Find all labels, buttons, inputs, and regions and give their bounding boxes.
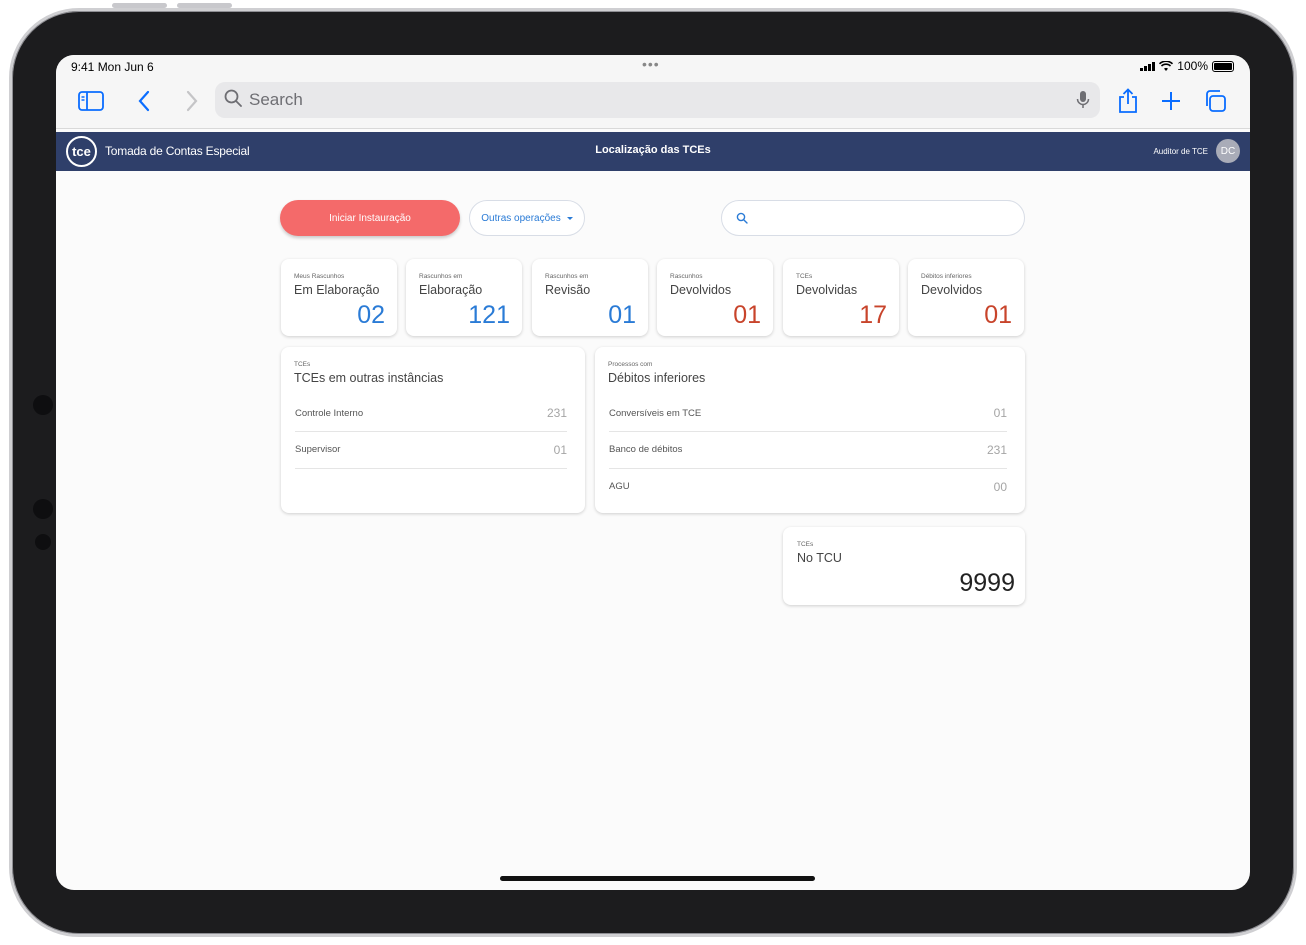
list-item-value: 231 — [546, 406, 567, 420]
status-time: 9:41 Mon Jun 6 — [71, 60, 154, 74]
stat-card-no-tcu[interactable]: TCEs No TCU 9999 — [783, 527, 1025, 605]
outras-instancias-card: TCEs TCEs em outras instâncias Controle … — [281, 347, 585, 513]
stat-label: Devolvidas — [796, 283, 858, 297]
stat-caption: Meus Rascunhos — [294, 273, 345, 280]
share-icon[interactable] — [1113, 86, 1143, 116]
caret-down-icon — [566, 216, 573, 220]
list-item-value: 231 — [986, 442, 1007, 457]
side-sensor — [33, 395, 53, 415]
status-bar: 9:41 Mon Jun 6 ••• 100% — [56, 55, 1250, 77]
address-bar[interactable] — [215, 82, 1100, 118]
stat-label: Em Elaboração — [294, 283, 380, 297]
stat-value: 01 — [733, 301, 761, 329]
user-menu[interactable]: Auditor de TCE DC — [1153, 139, 1240, 163]
multitask-dots-icon[interactable]: ••• — [642, 56, 660, 72]
tabs-overview-icon[interactable] — [1200, 86, 1230, 116]
tce-search-input[interactable] — [756, 201, 1016, 235]
iniciar-instauracao-button[interactable]: Iniciar Instauração — [280, 200, 460, 236]
list-item-label: Banco de débitos — [609, 444, 683, 455]
card-title: TCEs em outras instâncias — [294, 371, 444, 385]
stat-card-debitos-devolvidos[interactable]: Débitos inferiores Devolvidos 01 — [908, 259, 1024, 336]
cellular-signal-icon — [1140, 61, 1156, 71]
stat-card-rascunhos-devolvidos[interactable]: Rascunhos Devolvidos 01 — [657, 259, 773, 336]
list-item-value: 01 — [553, 442, 567, 457]
safari-toolbar — [56, 77, 1250, 129]
list-item[interactable]: Banco de débitos 231 — [609, 431, 1007, 469]
card-caption: TCEs — [294, 361, 311, 368]
stat-value: 121 — [468, 301, 510, 329]
side-sensor — [33, 499, 53, 519]
list-item-label: Supervisor — [295, 444, 341, 455]
avatar[interactable]: DC — [1216, 139, 1240, 163]
battery-icon — [1212, 60, 1234, 72]
stat-caption: Débitos inferiores — [921, 273, 972, 280]
battery-percent: 100% — [1177, 59, 1208, 73]
stat-value: 01 — [608, 301, 636, 329]
stat-label: Elaboração — [419, 283, 483, 297]
stat-card-rascunhos-revisao[interactable]: Rascunhos em Revisão 01 — [532, 259, 648, 336]
stat-caption: TCEs — [797, 541, 814, 548]
status-right: 100% — [1140, 59, 1234, 73]
side-sensor — [35, 534, 51, 550]
list-item[interactable]: Conversíveis em TCE 01 — [609, 395, 1007, 432]
page-title: Localização das TCEs — [595, 144, 711, 156]
list-item-label: Controle Interno — [295, 407, 364, 419]
list-item[interactable]: Controle Interno 231 — [295, 395, 567, 432]
search-icon — [224, 89, 242, 107]
forward-icon[interactable] — [177, 86, 207, 116]
list-item-label: AGU — [609, 481, 630, 492]
new-tab-icon[interactable] — [1156, 86, 1186, 116]
debitos-inferiores-card: Processos com Débitos inferiores Convers… — [595, 347, 1025, 513]
stat-label: No TCU — [797, 551, 842, 565]
list-item-label: Conversíveis em TCE — [609, 407, 702, 419]
list-item[interactable]: AGU 00 — [609, 468, 1007, 505]
screen: 9:41 Mon Jun 6 ••• 100% Search tce Tomad… — [56, 55, 1250, 890]
stat-card-tces-devolvidas[interactable]: TCEs Devolvidas 17 — [783, 259, 899, 336]
stat-caption: Rascunhos em — [419, 273, 463, 280]
list-item[interactable]: Supervisor 01 — [295, 431, 567, 469]
user-role: Auditor de TCE — [1153, 146, 1208, 156]
card-caption: Processos com — [608, 361, 653, 368]
app-header: tce Tomada de Contas Especial Localizaçã… — [56, 132, 1250, 171]
home-indicator[interactable] — [500, 876, 815, 881]
search-icon — [736, 212, 748, 224]
stat-label: Revisão — [545, 283, 591, 297]
wifi-icon — [1159, 60, 1174, 71]
card-title: Débitos inferiores — [608, 371, 706, 385]
stat-label: Devolvidos — [670, 283, 732, 297]
list-item-value: 00 — [993, 479, 1007, 494]
stat-caption: TCEs — [796, 273, 813, 280]
stat-value: 01 — [984, 301, 1012, 329]
outras-operacoes-dropdown[interactable]: Outras operações — [469, 200, 585, 236]
search-input[interactable] — [249, 82, 1049, 118]
stat-value: 9999 — [959, 569, 1015, 597]
stat-value: 17 — [859, 301, 887, 329]
stat-caption: Rascunhos — [670, 273, 703, 280]
outras-operacoes-label: Outras operações — [481, 212, 561, 224]
stat-label: Devolvidos — [921, 283, 983, 297]
stat-card-meus-rascunhos[interactable]: Meus Rascunhos Em Elaboração 02 — [281, 259, 397, 336]
back-icon[interactable] — [129, 86, 159, 116]
stat-value: 02 — [357, 301, 385, 329]
stat-caption: Rascunhos em — [545, 273, 589, 280]
list-item-value: 01 — [993, 406, 1007, 420]
stat-card-rascunhos-elaboracao[interactable]: Rascunhos em Elaboração 121 — [406, 259, 522, 336]
tce-search-box[interactable] — [721, 200, 1025, 236]
microphone-icon[interactable] — [1076, 90, 1090, 110]
sidebar-icon[interactable] — [76, 86, 106, 116]
